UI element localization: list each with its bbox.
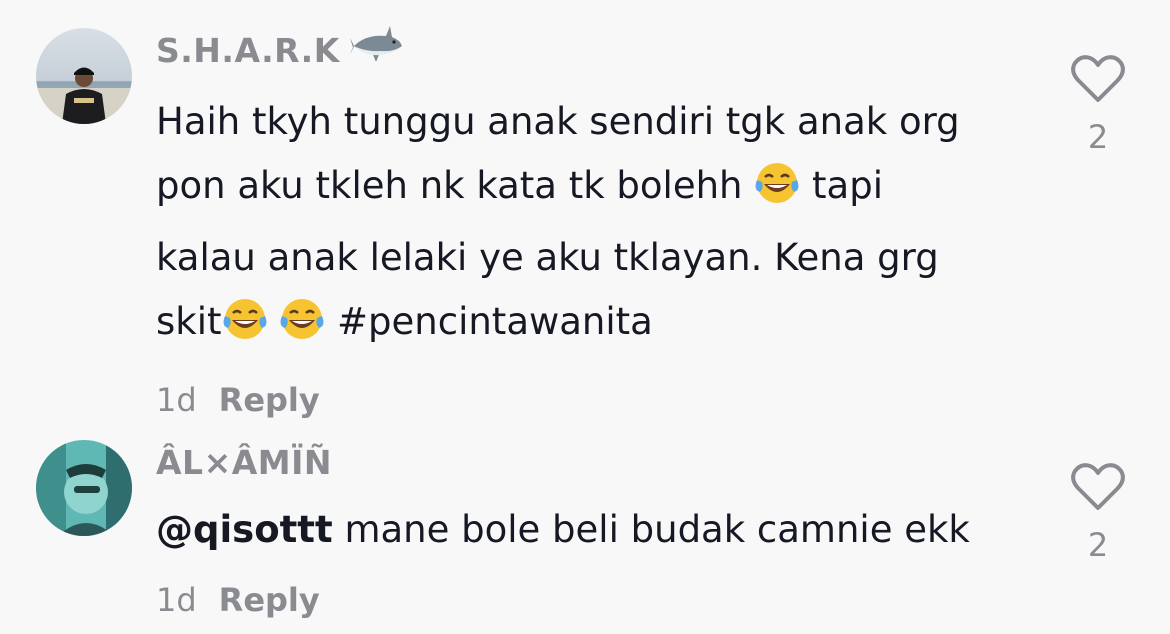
shark-icon [349, 22, 404, 80]
avatar[interactable] [36, 28, 132, 124]
heart-icon [1070, 54, 1126, 108]
comment-item: S.H.A.R.K Haih tkyh tunggu anak sendiri … [0, 26, 1170, 419]
comment-item: ÂL×ÂMÏÑ @qisottt mane bole beli budak ca… [0, 440, 1170, 634]
reply-button[interactable]: Reply [219, 381, 320, 419]
mention-link[interactable]: @qisottt [156, 508, 333, 551]
reply-button[interactable]: Reply [219, 581, 320, 619]
like-button[interactable]: 2 [1066, 54, 1130, 156]
like-button[interactable]: 2 [1066, 462, 1130, 564]
comment-text: Haih tkyh tunggu anak sendiri tgk anak o… [156, 90, 1016, 362]
username[interactable]: ÂL×ÂMÏÑ [156, 440, 1036, 486]
hashtag-link[interactable]: #pencintawanita [337, 300, 653, 343]
heart-icon [1070, 462, 1126, 516]
like-count: 2 [1087, 526, 1109, 564]
laughing-tears-emoji-icon [279, 296, 325, 362]
like-count: 2 [1087, 118, 1109, 156]
comment-time: 1d [156, 381, 197, 419]
comment-meta: 1d Reply [156, 376, 1036, 424]
laughing-tears-emoji-icon [754, 160, 800, 226]
comment-text: @qisottt mane bole beli budak camnie ekk [156, 508, 970, 551]
comments-page: S.H.A.R.K Haih tkyh tunggu anak sendiri … [0, 0, 1170, 634]
username[interactable]: S.H.A.R.K [156, 26, 1036, 74]
laughing-tears-emoji-icon [222, 296, 268, 362]
avatar[interactable] [36, 440, 132, 536]
comment-time: 1d [156, 581, 197, 619]
comment-meta: 1d Reply [156, 576, 1036, 624]
